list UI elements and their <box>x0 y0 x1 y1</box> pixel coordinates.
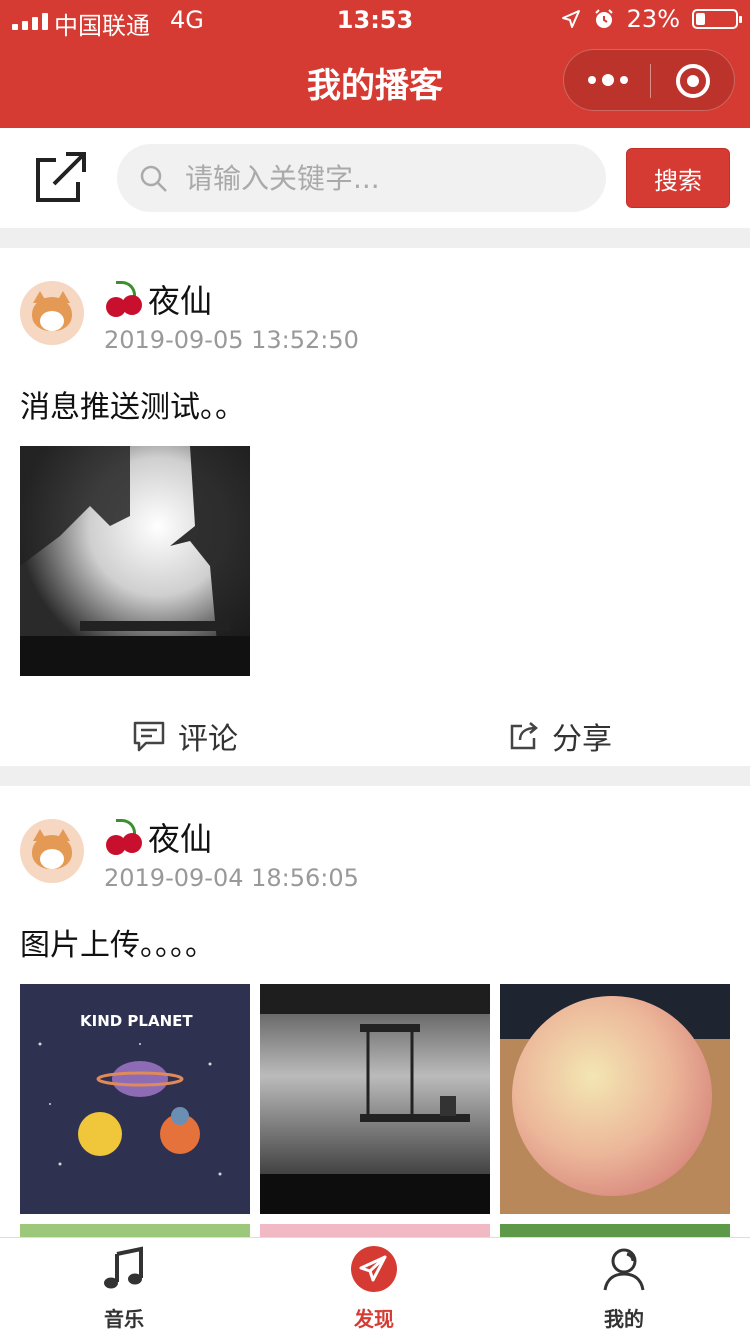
search-input[interactable] <box>185 154 585 202</box>
post-card: 夜仙 2019-09-05 13:52:50 消息推送测试。。 评论 分享 <box>0 248 750 766</box>
battery-icon <box>692 9 742 29</box>
username-label: 夜仙 <box>148 282 213 320</box>
external-share-icon[interactable] <box>34 150 88 204</box>
comment-label: 评论 <box>178 722 238 757</box>
avatar[interactable] <box>20 281 84 345</box>
post-actions: 评论 分享 <box>0 704 750 768</box>
post-text: 消息推送测试。。 <box>20 390 245 425</box>
comment-icon <box>133 721 165 752</box>
capsule-divider <box>650 64 651 98</box>
tab-bar: 音乐 发现 我的 <box>0 1237 750 1334</box>
post-image[interactable] <box>20 1224 250 1238</box>
post-image[interactable]: KIND PLANET <box>20 984 250 1214</box>
tab-discover[interactable]: 发现 <box>314 1246 434 1332</box>
battery-percent: 23% <box>626 5 680 33</box>
search-box[interactable] <box>117 144 606 212</box>
avatar[interactable] <box>20 819 84 883</box>
post-image[interactable] <box>260 984 490 1214</box>
post-card: 夜仙 2019-09-04 18:56:05 图片上传。。。。 KIND PLA… <box>0 786 750 1238</box>
cherry-icon <box>104 279 146 319</box>
alarm-icon <box>594 9 613 28</box>
target-icon[interactable] <box>676 64 710 98</box>
section-divider <box>0 766 750 786</box>
post-username[interactable]: 夜仙 <box>104 276 212 322</box>
post-time: 2019-09-05 13:52:50 <box>104 326 359 354</box>
magnifier-icon <box>140 165 167 192</box>
cherry-icon <box>104 817 146 857</box>
search-button[interactable]: 搜索 <box>626 148 730 208</box>
username-label: 夜仙 <box>148 820 213 858</box>
image-caption: KIND PLANET <box>80 1012 193 1030</box>
post-image[interactable] <box>500 984 730 1214</box>
tab-label: 我的 <box>604 1307 644 1331</box>
share-label: 分享 <box>552 722 612 757</box>
post-image[interactable] <box>500 1224 730 1238</box>
mini-program-capsule <box>563 49 735 111</box>
tab-music[interactable]: 音乐 <box>64 1246 184 1332</box>
tab-label: 音乐 <box>104 1307 144 1331</box>
comment-button[interactable]: 评论 <box>132 704 238 768</box>
user-icon <box>603 1248 645 1291</box>
more-dots-icon[interactable] <box>588 68 628 92</box>
post-username[interactable]: 夜仙 <box>104 814 212 860</box>
section-divider <box>0 228 750 248</box>
tab-label: 发现 <box>354 1307 394 1331</box>
share-button[interactable]: 分享 <box>508 704 612 768</box>
paper-plane-icon <box>351 1246 397 1292</box>
location-arrow-icon <box>561 10 580 28</box>
top-header: 中国联通 4G 13:53 23% 我的播客 <box>0 0 750 128</box>
music-note-icon <box>104 1246 143 1289</box>
post-text: 图片上传。。。。 <box>20 928 215 963</box>
post-image[interactable] <box>260 1224 490 1238</box>
search-row: 搜索 <box>0 128 750 228</box>
status-bar: 中国联通 4G 13:53 23% <box>0 0 750 40</box>
post-image[interactable] <box>20 446 250 676</box>
status-right: 23% <box>561 5 742 33</box>
post-time: 2019-09-04 18:56:05 <box>104 864 359 892</box>
tab-mine[interactable]: 我的 <box>564 1246 684 1332</box>
share-icon <box>510 722 538 750</box>
